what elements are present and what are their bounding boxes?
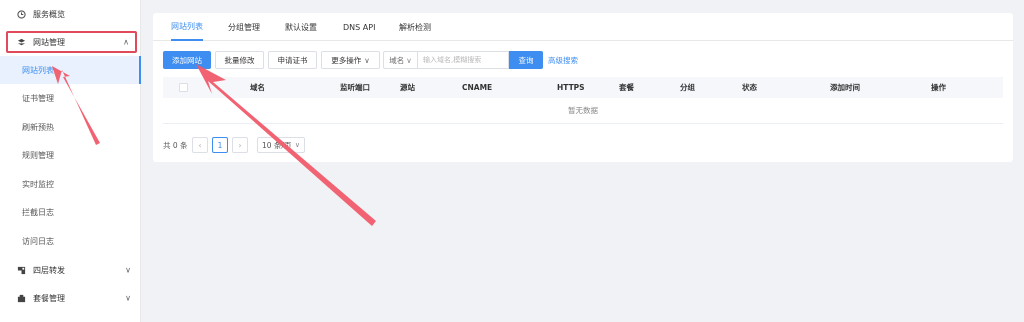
column-header-status: 状态 (742, 83, 757, 92)
sidebar-group-label: 四层转发 (33, 265, 65, 275)
sidebar-group-label: 网站管理 (33, 37, 65, 47)
chevron-right-icon: › (238, 140, 242, 150)
clock-icon (16, 9, 26, 19)
chevron-down-icon: ∨ (364, 55, 370, 65)
tab-bar: 网站列表 分组管理 默认设置 DNS API 解析检测 (153, 13, 1013, 41)
column-header-actions: 操作 (931, 83, 946, 92)
chevron-up-icon: ∧ (123, 37, 129, 47)
tab-default-settings[interactable]: 默认设置 (285, 13, 317, 41)
sidebar-item-overview[interactable]: 服务概览 (0, 0, 141, 28)
empty-text: 暂无数据 (568, 106, 598, 115)
page-size-label: 10 条/页 (262, 140, 292, 150)
sidebar-item-refresh-preheat[interactable]: 刷新预热 (0, 113, 141, 141)
prev-page-button[interactable]: ‹ (192, 137, 208, 153)
table-header: 域名 监听端口 源站 CNAME HTTPS 套餐 分组 状态 添加时间 操作 (163, 77, 1003, 98)
tab-group-management[interactable]: 分组管理 (228, 13, 260, 41)
batch-edit-button[interactable]: 批量修改 (215, 51, 264, 69)
column-header-plan: 套餐 (619, 83, 634, 92)
search-input[interactable]: 输入域名,模糊搜索 (417, 51, 509, 69)
chevron-left-icon: ‹ (198, 140, 202, 150)
pagination-total: 共 0 条 (163, 140, 188, 150)
column-header-port: 监听端口 (340, 83, 370, 92)
content-card: 网站列表 分组管理 默认设置 DNS API 解析检测 添加网站 批量修改 申请… (153, 13, 1013, 162)
sidebar-item-site-list[interactable]: 网站列表 (0, 56, 141, 84)
column-header-created: 添加时间 (830, 83, 860, 92)
more-ops-dropdown[interactable]: 更多操作 ∨ (321, 51, 380, 69)
table-empty-row: 暂无数据 (163, 98, 1003, 124)
sidebar-item-cert-management[interactable]: 证书管理 (0, 84, 141, 112)
column-header-https: HTTPS (557, 83, 585, 92)
sidebar-item-access-log[interactable]: 访问日志 (0, 227, 141, 255)
page-size-select[interactable]: 10 条/页 ∨ (257, 137, 305, 153)
sidebar-group-plan-management[interactable]: 套餐管理 ∨ (0, 284, 141, 312)
sidebar-item-rules[interactable]: 规则管理 (0, 141, 141, 169)
sidebar-item-label: 服务概览 (33, 9, 65, 19)
more-ops-label: 更多操作 (331, 55, 362, 65)
sidebar: 服务概览 网站管理 ∧ 网站列表 证书管理 刷新预热 规则管理 实时监控 拦截日… (0, 0, 141, 322)
search-button[interactable]: 查询 (509, 51, 543, 69)
advanced-search-link[interactable]: 高级搜索 (548, 51, 578, 69)
tab-dns-api[interactable]: DNS API (343, 13, 375, 41)
sidebar-item-label: 实时监控 (22, 179, 54, 189)
sidebar-item-label: 访问日志 (22, 236, 54, 246)
chevron-down-icon: ∨ (125, 265, 131, 275)
column-header-domain: 域名 (250, 83, 265, 92)
search-group: 域名 ∨ 输入域名,模糊搜索 查询 (383, 51, 543, 69)
sidebar-group-site-management[interactable]: 网站管理 ∧ (6, 31, 137, 53)
search-field-label: 域名 (389, 55, 405, 65)
sidebar-group-label: 套餐管理 (33, 293, 65, 303)
globe-icon (16, 37, 26, 47)
sidebar-group-l4-forward[interactable]: 四层转发 ∨ (0, 256, 141, 284)
sidebar-item-label: 网站列表 (22, 65, 54, 75)
search-field-select[interactable]: 域名 ∨ (383, 51, 417, 69)
sidebar-item-label: 拦截日志 (22, 207, 54, 217)
chevron-down-icon: ∨ (294, 141, 300, 149)
column-header-origin: 源站 (400, 83, 415, 92)
sidebar-item-label: 刷新预热 (22, 122, 54, 132)
package-icon (16, 293, 26, 303)
sidebar-item-label: 规则管理 (22, 150, 54, 160)
apply-cert-button[interactable]: 申请证书 (268, 51, 317, 69)
column-header-group: 分组 (680, 83, 695, 92)
next-page-button[interactable]: › (232, 137, 248, 153)
sidebar-item-realtime-monitor[interactable]: 实时监控 (0, 170, 141, 198)
add-site-button[interactable]: 添加网站 (163, 51, 211, 69)
select-all-checkbox[interactable] (179, 83, 188, 92)
tab-resolve-check[interactable]: 解析检测 (399, 13, 431, 41)
chevron-down-icon: ∨ (406, 55, 412, 65)
tab-site-list[interactable]: 网站列表 (171, 13, 203, 41)
column-header-cname: CNAME (462, 83, 493, 92)
forward-icon (16, 265, 26, 275)
page-number-current[interactable]: 1 (212, 137, 228, 153)
sidebar-item-label: 证书管理 (22, 93, 54, 103)
sidebar-item-block-log[interactable]: 拦截日志 (0, 198, 141, 226)
chevron-down-icon: ∨ (125, 293, 131, 303)
